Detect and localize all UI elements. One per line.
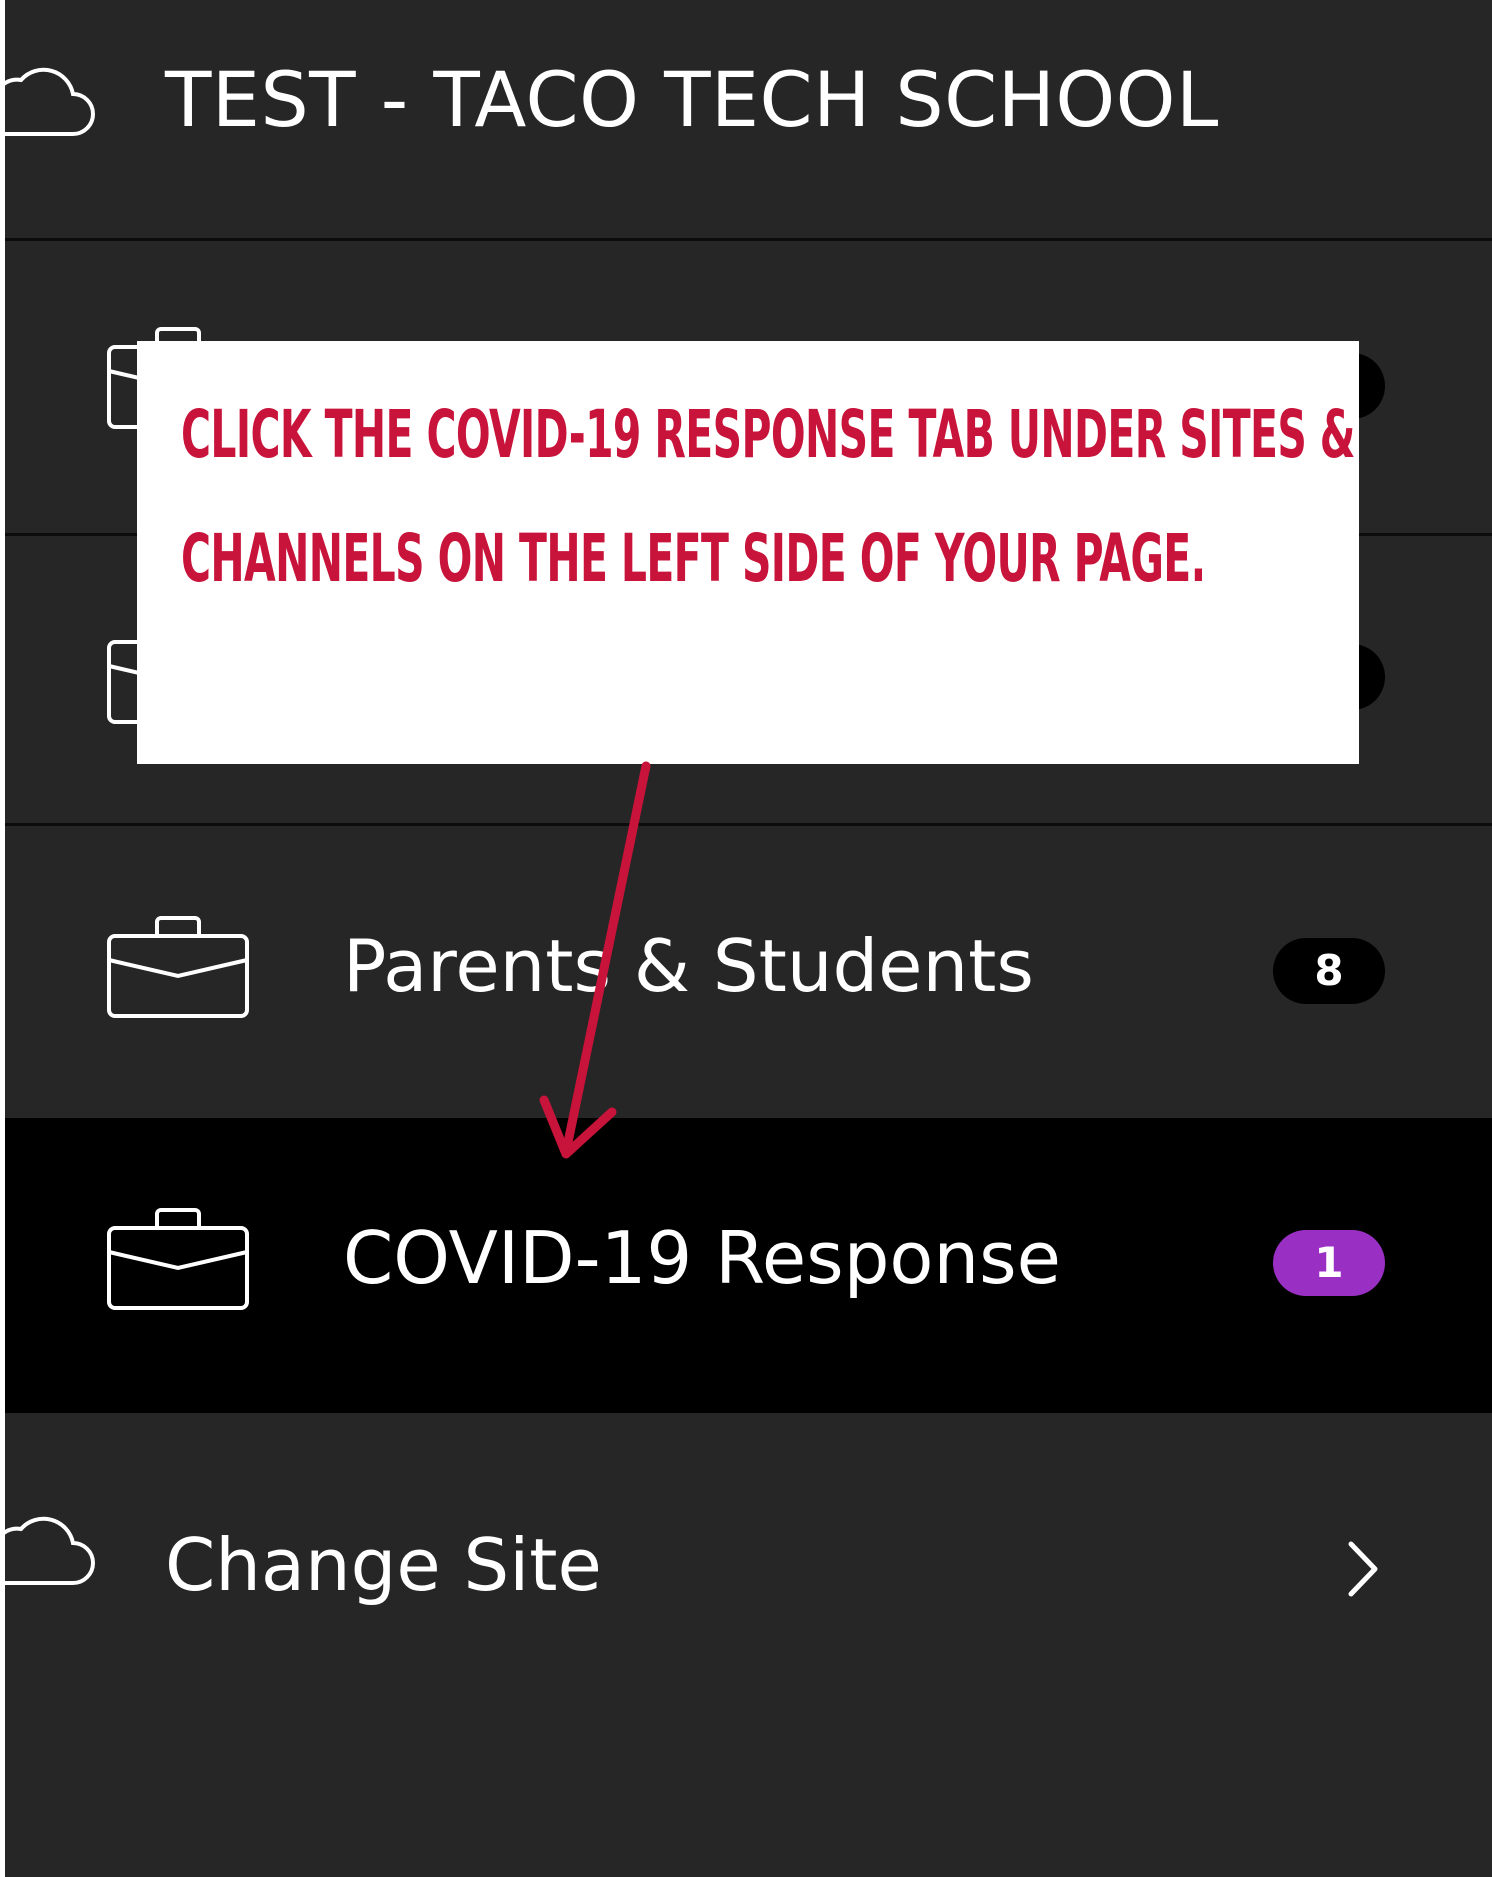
- instruction-text: Click the COVID-19 Response tab under Si…: [181, 396, 1355, 597]
- channel-label: COVID-19 Response: [343, 1216, 1061, 1300]
- briefcase-icon: [107, 916, 249, 1018]
- channel-row-parents-students[interactable]: Parents & Students 8: [5, 826, 1492, 1118]
- change-site-label: Change Site: [165, 1523, 602, 1607]
- instruction-callout: Click the COVID-19 Response tab under Si…: [137, 341, 1359, 764]
- channel-row-covid-19-response[interactable]: COVID-19 Response 1: [5, 1118, 1492, 1413]
- cloud-icon: [5, 67, 95, 136]
- channel-label: Parents & Students: [343, 924, 1034, 1008]
- site-title: TEST - TACO TECH SCHOOL: [165, 55, 1219, 144]
- cloud-icon: [5, 1516, 95, 1585]
- unread-count-badge: 8: [1273, 938, 1385, 1004]
- unread-count-badge: 1: [1273, 1230, 1385, 1296]
- sidebar-panel: TEST - TACO TECH SCHOOL Parents & Studen…: [5, 0, 1492, 1877]
- site-header[interactable]: TEST - TACO TECH SCHOOL: [5, 0, 1492, 240]
- change-site-row[interactable]: Change Site: [5, 1413, 1492, 1713]
- briefcase-icon: [107, 1208, 249, 1310]
- chevron-right-icon[interactable]: [1341, 1538, 1385, 1600]
